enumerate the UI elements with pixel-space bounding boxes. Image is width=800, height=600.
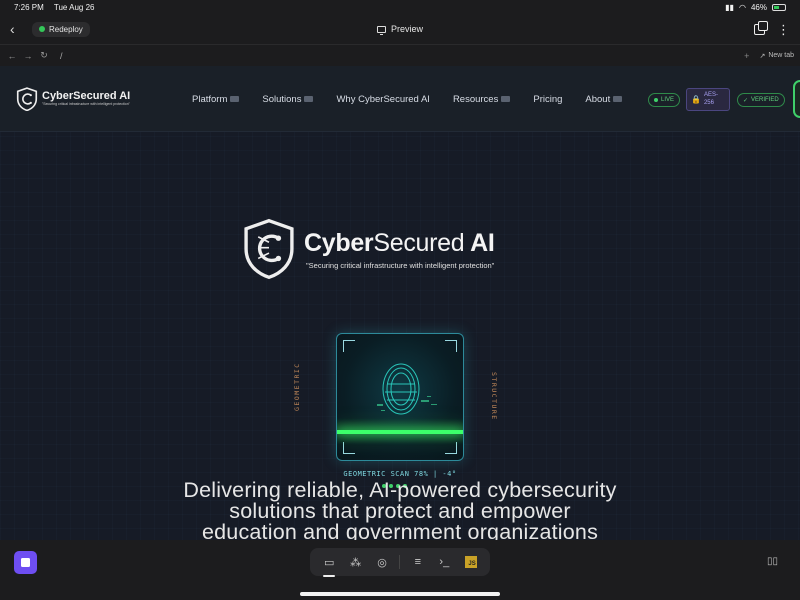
- tool-dock: ▭ ⁂ ◎ ≡ ›_ JS: [310, 548, 490, 577]
- wifi-icon: ◠: [739, 2, 746, 12]
- dropdown-icon: [613, 96, 623, 102]
- nav-label: Platform: [192, 93, 228, 105]
- headline-line: Delivering reliable, AI-powered cybersec…: [183, 478, 617, 502]
- url-bar: ← → ↻ / + ↗ New tab: [0, 44, 800, 66]
- nav-label: Resources: [452, 93, 499, 105]
- deploy-status-icon: [39, 26, 45, 32]
- sidebar-toggle-icon[interactable]: ▯▯: [767, 556, 778, 567]
- monitor-icon: [376, 25, 386, 35]
- reload-icon[interactable]: ↻: [38, 50, 50, 61]
- preview-tab[interactable]: Preview: [376, 24, 424, 35]
- nav-item-why[interactable]: Why CyberSecured AI: [336, 94, 429, 105]
- nav-label: Why CyberSecured AI: [336, 93, 430, 105]
- app-toolbar: ‹ Redeploy Preview ⋮: [0, 14, 800, 44]
- add-icon[interactable]: +: [744, 51, 749, 61]
- url-path-input[interactable]: /: [60, 51, 63, 61]
- site-header: CyberSecured AI "Securing critical infra…: [0, 66, 800, 132]
- stop-button[interactable]: [14, 551, 37, 574]
- nav-back-icon[interactable]: ←: [6, 51, 18, 61]
- terminal-icon[interactable]: ›_: [435, 553, 453, 571]
- status-date: Tue Aug 26: [53, 2, 95, 12]
- redeploy-button[interactable]: Redeploy: [32, 21, 90, 37]
- nav-label: Solutions: [262, 93, 302, 105]
- live-badge: LIVE: [648, 93, 681, 107]
- stop-icon: [21, 558, 30, 567]
- aes-badge: 🔒 AES-256: [686, 88, 730, 111]
- back-chevron-icon[interactable]: ‹: [10, 21, 24, 37]
- site-logo[interactable]: CyberSecured AI "Securing critical infra…: [16, 86, 131, 111]
- hero-title: CyberSecured AI: [304, 229, 495, 258]
- bottom-bar: ▭ ⁂ ◎ ≡ ›_ JS ▯▯: [0, 540, 800, 600]
- hero-title-ai: AI: [470, 228, 495, 257]
- scan-status: GEOMETRIC SCAN 78% | -4°: [343, 470, 457, 478]
- redeploy-label: Redeploy: [49, 24, 83, 34]
- aes-label: AES-256: [703, 92, 718, 106]
- tabs-icon[interactable]: [754, 20, 768, 35]
- scanner-right-label: STRUCTURE: [490, 372, 498, 421]
- check-icon: ✓: [743, 97, 749, 104]
- shield-logo-icon: [16, 86, 38, 111]
- cta-button-partial[interactable]: [793, 80, 800, 118]
- dropdown-icon: [230, 96, 240, 102]
- lock-icon: 🔒: [691, 94, 701, 104]
- hero-title-rest: Secured: [373, 228, 465, 257]
- scan-line: [337, 430, 463, 434]
- grid-apps-icon[interactable]: ⁂: [347, 553, 365, 571]
- nav-forward-icon[interactable]: →: [22, 51, 34, 61]
- more-menu-icon[interactable]: ⋮: [777, 23, 790, 36]
- headline-line: solutions that protect and empower: [229, 499, 571, 523]
- nav-label: Pricing: [533, 93, 563, 105]
- site-logo-name: CyberSecured AI: [42, 90, 131, 102]
- live-dot-icon: [654, 98, 658, 102]
- headline-line: education and government organizations: [201, 520, 599, 540]
- nav-item-solutions[interactable]: Solutions: [262, 93, 314, 105]
- new-tab-button[interactable]: ↗ New tab: [759, 52, 794, 60]
- site-nav: Platform Solutions Why CyberSecured AI R…: [192, 66, 623, 132]
- shield-circuit-icon: [244, 218, 294, 280]
- signal-icon: ▮▮: [725, 2, 734, 12]
- scanner-left-label: GEOMETRIC: [293, 362, 301, 411]
- hero-headline: Delivering reliable, AI-powered cybersec…: [0, 478, 800, 540]
- new-tab-label: New tab: [768, 52, 794, 59]
- verified-badge: ✓ VERIFIED: [737, 93, 785, 107]
- live-label: LIVE: [661, 97, 675, 103]
- nav-item-platform[interactable]: Platform: [192, 93, 240, 105]
- web-preview: CyberSecured AI "Securing critical infra…: [0, 66, 800, 540]
- status-time: 7:26 PM: [14, 2, 44, 12]
- battery-icon: [772, 3, 786, 11]
- js-file-icon[interactable]: JS: [462, 553, 480, 571]
- home-indicator: [300, 592, 500, 596]
- dropdown-icon: [304, 96, 314, 102]
- globe-icon[interactable]: ◎: [373, 553, 391, 571]
- dock-divider: [399, 555, 401, 569]
- dropdown-icon: [501, 96, 511, 102]
- verified-label: VERIFIED: [751, 97, 779, 103]
- geometric-scanner: [336, 333, 464, 461]
- status-bar: 7:26 PM Tue Aug 26 ▮▮ ◠ 46%: [0, 0, 800, 14]
- database-icon[interactable]: ≡: [409, 553, 427, 571]
- nav-item-about[interactable]: About: [585, 93, 623, 105]
- nav-item-resources[interactable]: Resources: [452, 93, 511, 105]
- site-logo-tagline: "Securing critical infrastructure with i…: [42, 102, 130, 106]
- preview-monitor-icon[interactable]: ▭: [320, 553, 338, 577]
- battery-percent: 46%: [750, 2, 767, 12]
- preview-label: Preview: [390, 24, 424, 34]
- nav-label: About: [585, 93, 611, 105]
- nav-item-pricing[interactable]: Pricing: [533, 94, 562, 105]
- hero-tagline: "Securing critical infrastructure with i…: [306, 260, 495, 270]
- hero-title-bold: Cyber: [304, 228, 374, 257]
- hero-logo: CyberSecured AI "Securing critical infra…: [242, 218, 495, 280]
- external-link-icon: ↗: [759, 52, 766, 60]
